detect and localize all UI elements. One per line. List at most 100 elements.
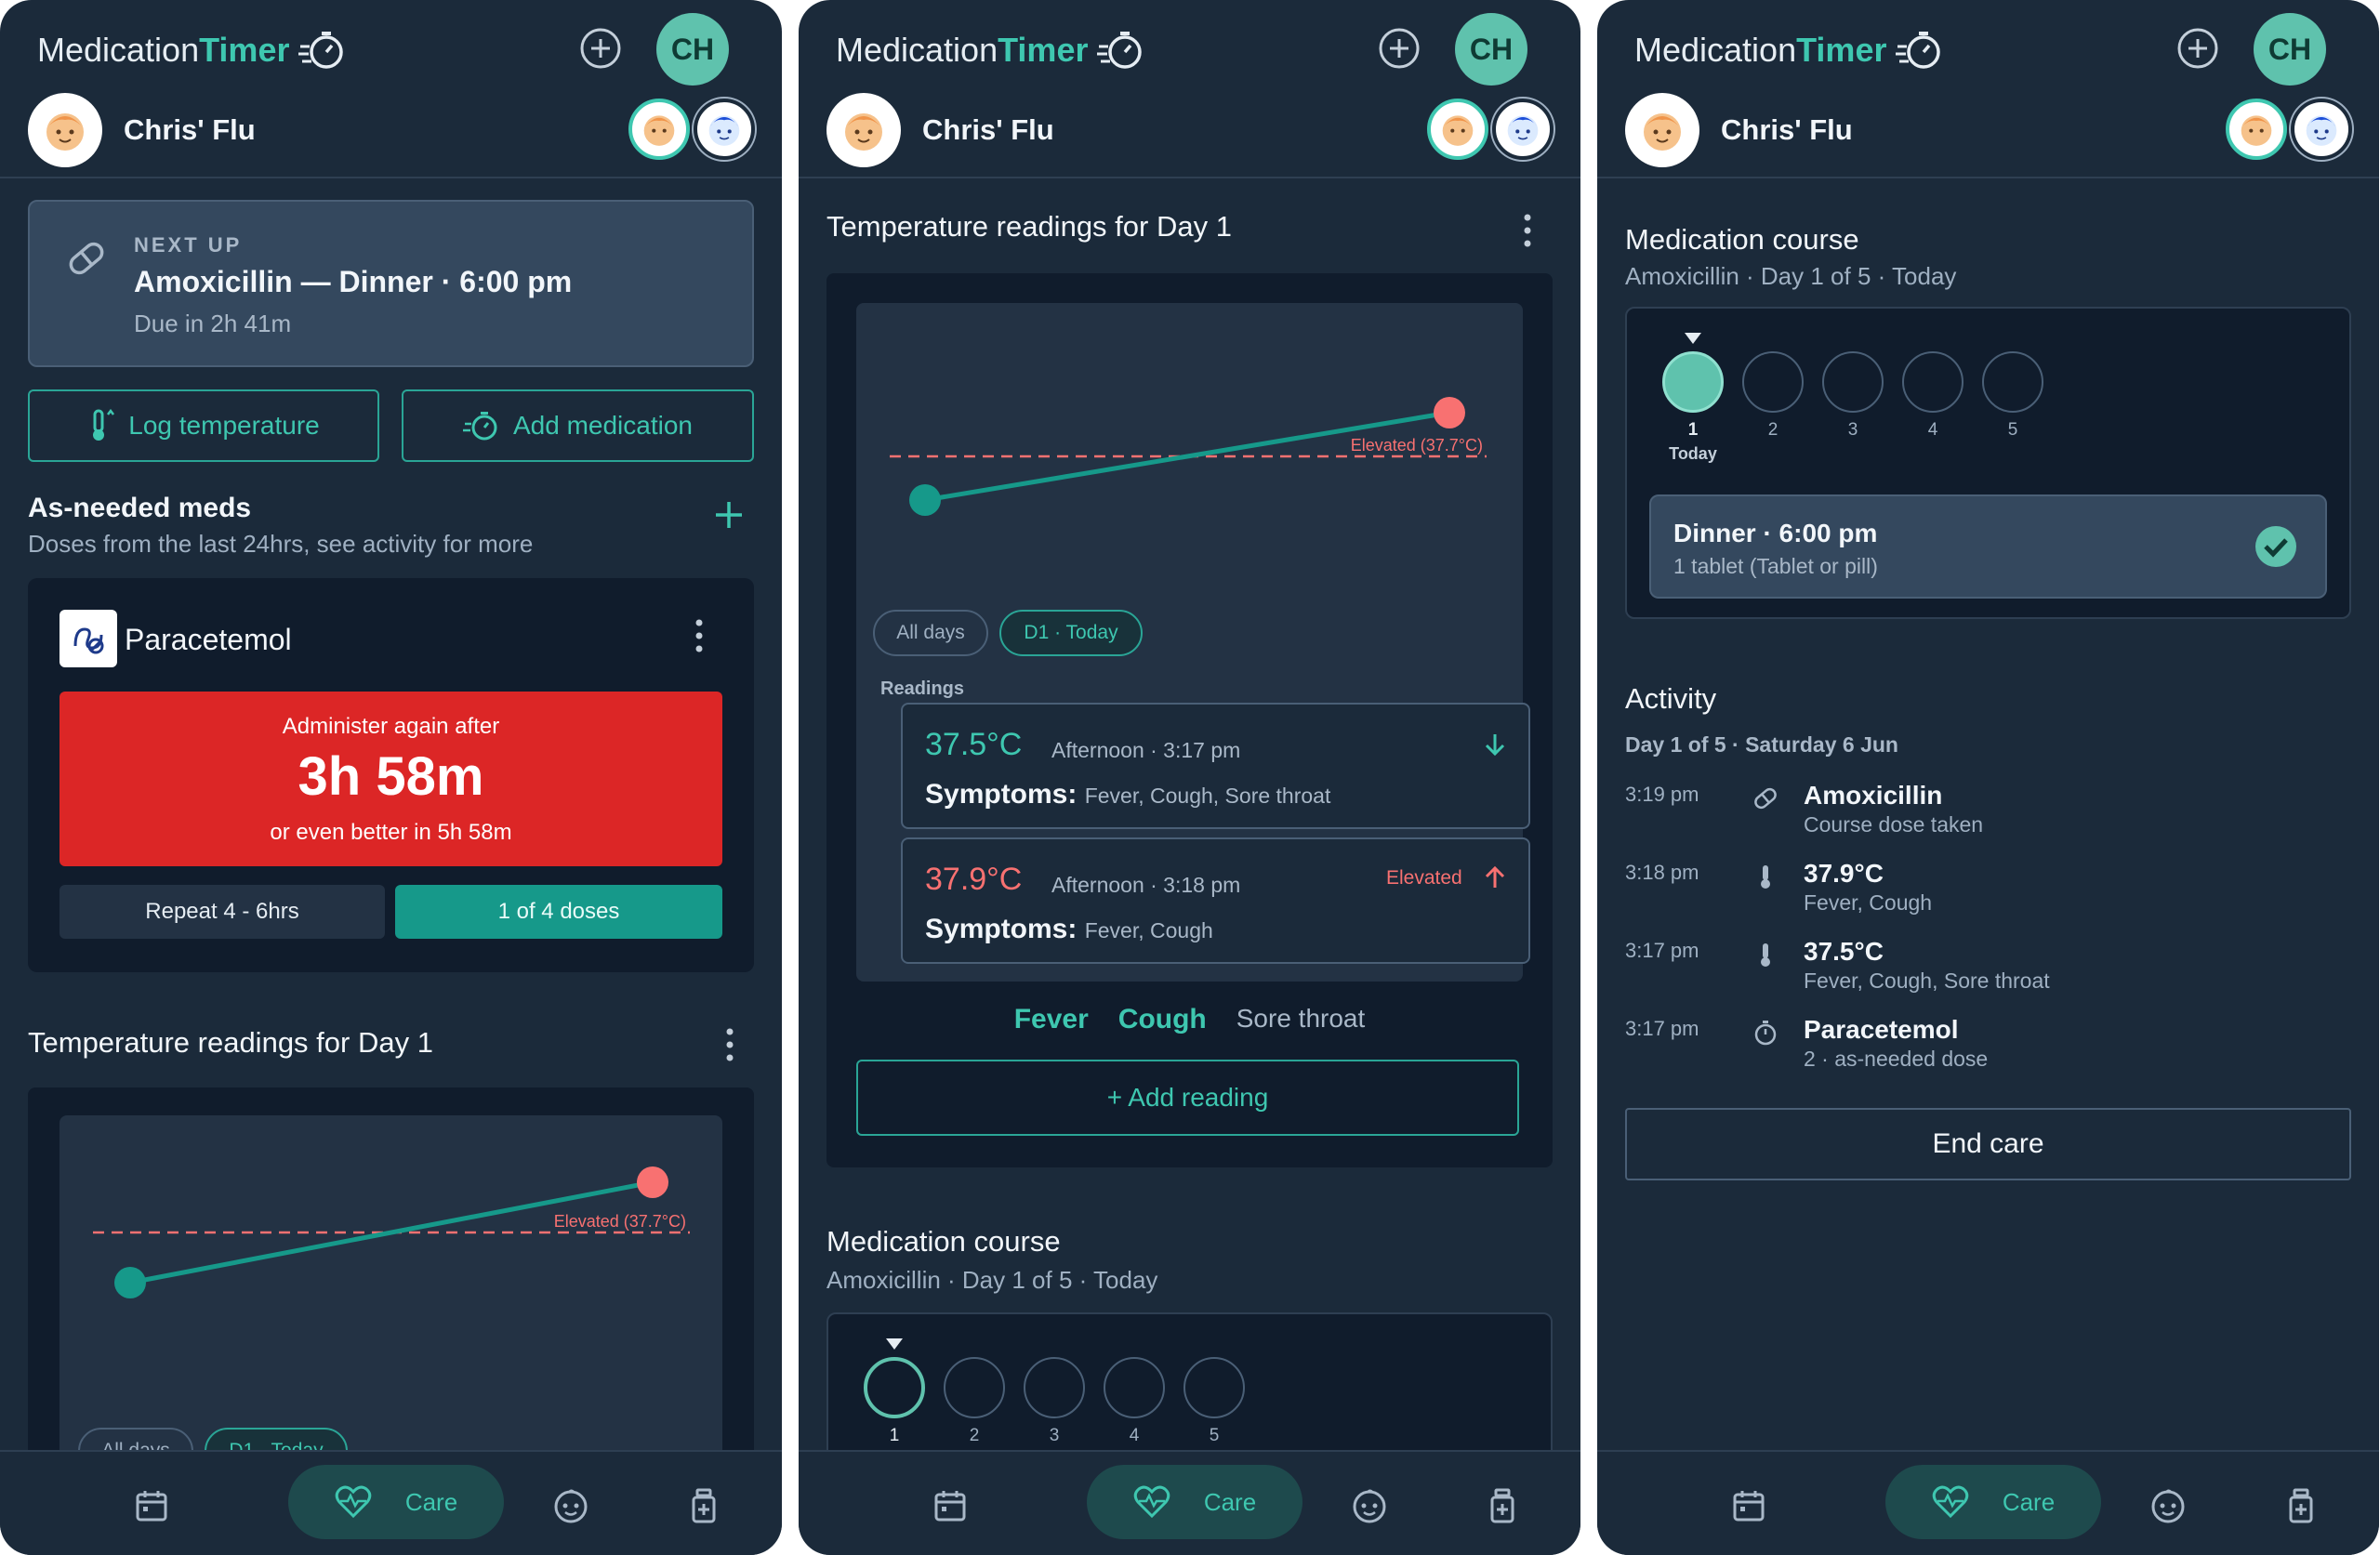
screen-temperature: Medication Timer CH Chris' Flu Temperatur…: [799, 0, 1580, 1555]
temperature-point[interactable]: [637, 1166, 668, 1198]
add-circle-icon[interactable]: [1377, 26, 1421, 71]
more-options-icon[interactable]: [1523, 212, 1532, 249]
more-options-icon[interactable]: [694, 617, 704, 654]
course-day-circle[interactable]: [1183, 1357, 1245, 1418]
legend-cough[interactable]: Cough: [1118, 1004, 1207, 1035]
dose-count[interactable]: 1 of 4 doses: [395, 885, 722, 939]
stopwatch-icon: [1754, 1021, 1777, 1046]
course-day-circle[interactable]: [1822, 351, 1884, 413]
chip-all-days[interactable]: All days: [873, 610, 988, 656]
baby-face-icon: [845, 113, 882, 151]
activity-time: 3:17 pm: [1625, 1017, 1699, 1040]
chip-all-days[interactable]: All days: [78, 1428, 193, 1450]
patient-switch-1[interactable]: [2226, 99, 2287, 160]
next-up-title: Amoxicillin — Dinner · 6:00 pm: [134, 265, 573, 298]
stopwatch-icon: [462, 412, 497, 441]
course-day-circle[interactable]: [1024, 1357, 1085, 1418]
nav-care-tab[interactable]: Care: [1087, 1465, 1302, 1539]
thermometer-icon: [1761, 943, 1770, 967]
course-day-circle[interactable]: [1902, 351, 1964, 413]
baby-face-icon[interactable]: [2149, 1487, 2187, 1524]
add-medication-label: Add medication: [512, 411, 693, 440]
temperature-point[interactable]: [114, 1267, 146, 1298]
legend-fever[interactable]: Fever: [1014, 1004, 1089, 1035]
patient-switch-2[interactable]: [694, 99, 755, 160]
course-day-circle[interactable]: [864, 1357, 925, 1418]
check-icon[interactable]: [2254, 524, 2298, 569]
screen-content: Medication course Amoxicillin · Day 1 of…: [1597, 180, 2379, 1450]
symptom-legend: Fever Cough Sore throat: [826, 1004, 1553, 1035]
temperature-point[interactable]: [909, 484, 941, 516]
patient-avatar[interactable]: [1625, 93, 1699, 167]
course-day-circle[interactable]: [1662, 351, 1724, 413]
symptoms-list: Fever, Cough, Sore throat: [1084, 784, 1331, 808]
temperature-point[interactable]: [1434, 397, 1465, 428]
patient-switch-1[interactable]: [1427, 99, 1488, 160]
course-title: Medication course: [826, 1225, 1061, 1258]
nav-care-tab[interactable]: Care: [1885, 1465, 2101, 1539]
add-medication-button[interactable]: Add medication: [402, 389, 754, 462]
course-day-circle[interactable]: [1982, 351, 2043, 413]
add-circle-icon[interactable]: [578, 26, 623, 71]
user-avatar[interactable]: CH: [1455, 13, 1527, 86]
course-day-number: 5: [2007, 420, 2018, 440]
temperature-chart: Elevated (37.7°C): [93, 1166, 690, 1298]
chip-day-1[interactable]: D1 · Today: [205, 1428, 348, 1450]
dose-row[interactable]: Dinner · 6:00 pm 1 tablet (Tablet or pil…: [1649, 494, 2327, 599]
add-as-needed-icon[interactable]: [712, 498, 746, 532]
course-subtitle: Amoxicillin · Day 1 of 5 · Today: [826, 1266, 1158, 1294]
administer-better-label: or even better in 5h 58m: [270, 820, 512, 845]
user-avatar[interactable]: CH: [2254, 13, 2326, 86]
logo-text-timer: Timer: [199, 31, 290, 69]
baby-face-icon[interactable]: [1351, 1487, 1388, 1524]
thermometer-icon: [1761, 865, 1770, 889]
activity-title-text: Amoxicillin: [1804, 781, 1943, 810]
add-circle-icon[interactable]: [2175, 26, 2220, 71]
course-day-circle[interactable]: [944, 1357, 1005, 1418]
baby-face-icon[interactable]: [552, 1487, 589, 1524]
bottom-nav: Care: [1597, 1450, 2379, 1555]
log-temperature-button[interactable]: Log temperature: [28, 389, 379, 462]
repeat-interval: Repeat 4 - 6hrs: [60, 885, 385, 939]
patient-avatar[interactable]: [28, 93, 102, 167]
temperature-chart-area: Elevated (37.7°C): [60, 1115, 722, 1450]
course-day-circle[interactable]: [1742, 351, 1804, 413]
medicine-bottle-icon[interactable]: [1484, 1487, 1521, 1524]
symptoms-label: Symptoms:: [925, 914, 1078, 944]
user-avatar[interactable]: CH: [656, 13, 729, 86]
course-day-number: 3: [1847, 420, 1858, 440]
today-label: Today: [1669, 444, 1717, 463]
patient-name: Chris' Flu: [1721, 113, 1853, 146]
bottom-nav: Care: [0, 1450, 782, 1555]
reading-time: Afternoon · 3:18 pm: [1051, 873, 1241, 897]
reading-row[interactable]: 37.9°C Afternoon · 3:18 pm Elevated Symp…: [901, 837, 1530, 964]
activity-detail: Fever, Cough, Sore throat: [1804, 969, 2050, 993]
patient-switch-2[interactable]: [2291, 99, 2352, 160]
patient-switch-1[interactable]: [628, 99, 690, 160]
reading-row[interactable]: 37.5°C Afternoon · 3:17 pm Symptoms: Fev…: [901, 703, 1530, 829]
temp-section-title: Temperature readings for Day 1: [28, 1026, 433, 1059]
course-day-number: 1: [1687, 420, 1699, 440]
chip-day-1[interactable]: D1 · Today: [999, 610, 1143, 656]
more-options-icon[interactable]: [725, 1026, 734, 1063]
next-up-label: NEXT UP: [134, 233, 243, 257]
patient-switch-2[interactable]: [1492, 99, 1554, 160]
course-tracker: 1 2 3 4 5: [826, 1312, 1553, 1450]
calendar-icon[interactable]: [932, 1487, 969, 1524]
end-care-button[interactable]: End care: [1625, 1108, 2351, 1180]
medicine-bottle-icon[interactable]: [685, 1487, 722, 1524]
calendar-icon[interactable]: [133, 1487, 170, 1524]
course-day-circle[interactable]: [1104, 1357, 1165, 1418]
legend-sore-throat[interactable]: Sore throat: [1236, 1004, 1366, 1035]
add-reading-button[interactable]: + Add reading: [856, 1060, 1519, 1136]
patient-avatar[interactable]: [826, 93, 901, 167]
course-title: Medication course: [1625, 223, 1859, 256]
stopwatch-logo-icon: [1097, 32, 1143, 69]
nav-care-tab[interactable]: Care: [288, 1465, 504, 1539]
medicine-bottle-icon[interactable]: [2282, 1487, 2320, 1524]
app-header: Medication Timer CH Chris' Flu: [799, 0, 1580, 178]
calendar-icon[interactable]: [1730, 1487, 1767, 1524]
activity-time: 3:17 pm: [1625, 939, 1699, 962]
next-up-card[interactable]: NEXT UP Amoxicillin — Dinner · 6:00 pm D…: [28, 200, 754, 367]
course-subtitle: Amoxicillin · Day 1 of 5 · Today: [1625, 262, 1957, 290]
